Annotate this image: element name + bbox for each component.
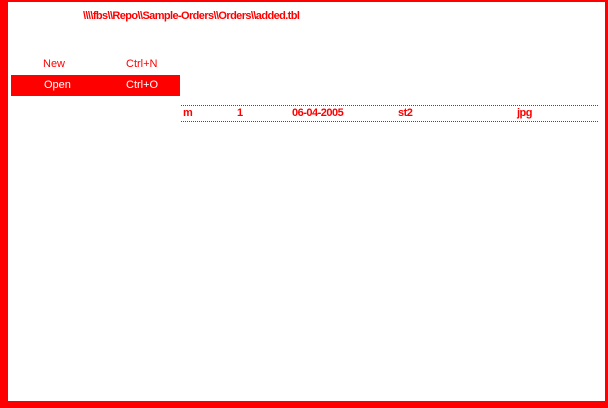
path-title: \\\\fbs\\Repo\\Sample-Orders\\Orders\\ad… [83, 10, 300, 22]
app-window [0, 0, 608, 408]
file-name: m [183, 107, 193, 119]
menu-item-open-label: Open [44, 79, 71, 91]
file-size: 1 [237, 107, 243, 119]
file-date: 06-04-2005 [292, 107, 344, 119]
menu-item-new-label[interactable]: New [43, 58, 65, 70]
file-type: jpg [517, 107, 533, 119]
menu-item-open-shortcut: Ctrl+O [126, 79, 159, 91]
file-row[interactable]: m 1 06-04-2005 st2 jpg [181, 105, 598, 122]
menu-item-open[interactable]: Open Ctrl+O [11, 75, 180, 96]
file-attr: st2 [398, 107, 413, 119]
menu-item-new-shortcut[interactable]: Ctrl+N [126, 58, 157, 70]
